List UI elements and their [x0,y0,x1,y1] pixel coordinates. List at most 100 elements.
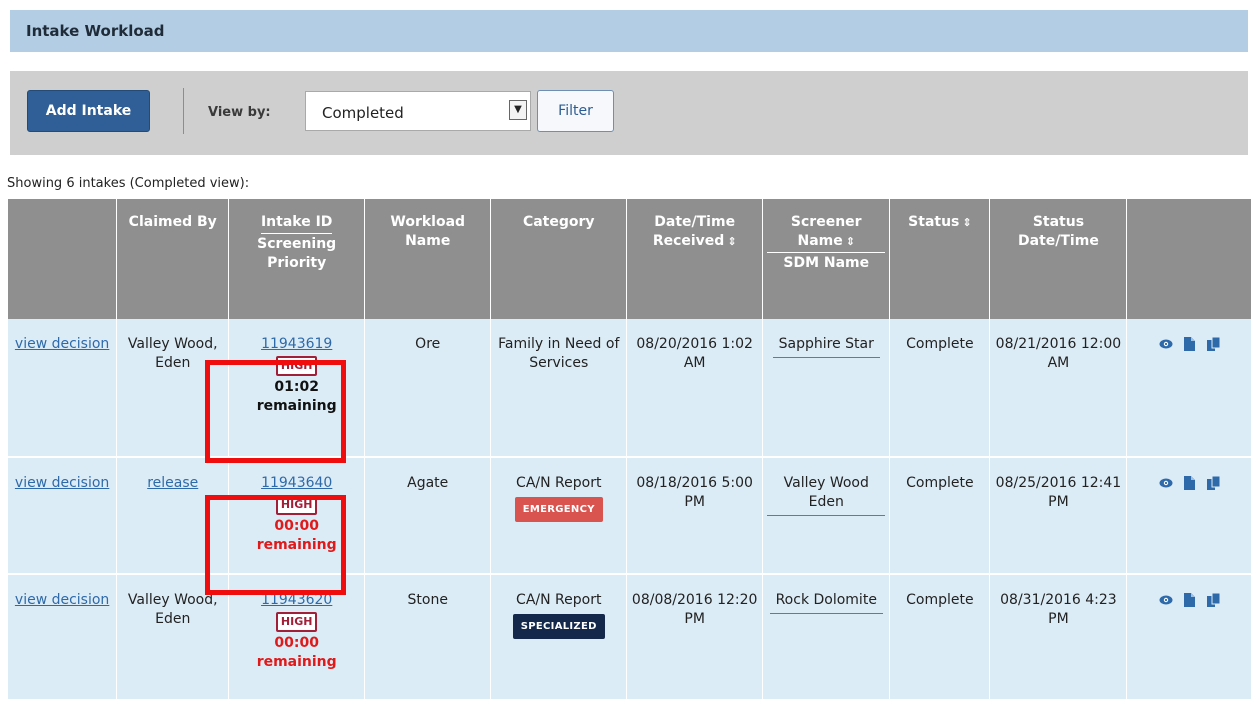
col-category: Category [490,199,628,319]
table-header-row: Claimed By Intake ID Screening Priority … [8,199,1251,319]
category-text: Family in Need of Services [498,336,620,371]
screener-name: Valley Wood Eden [767,474,886,516]
col-status[interactable]: Status ⇕ [889,199,991,319]
intake-id-link[interactable]: 11943619 [261,336,332,352]
screener-name: Rock Dolomite [769,591,883,614]
cell-intake-id: 11943620 HIGH 00:00 remaining [228,574,366,701]
add-intake-button[interactable]: Add Intake [27,90,150,132]
col-claimed-by-label: Claimed By [128,214,217,230]
sort-icon[interactable]: ⇕ [962,216,971,229]
emergency-tag: EMERGENCY [514,497,603,522]
cell-status: Complete [889,574,991,701]
col-date-received[interactable]: Date/Time Received ⇕ [626,199,764,319]
cell-screener: Sapphire Star [762,319,891,458]
priority-badge: HIGH [275,495,318,515]
cell-workload: Stone [364,574,492,701]
cell-category: CA/N Report EMERGENCY [490,457,628,575]
cell-category: Family in Need of Services [490,319,628,458]
col-action [8,199,118,319]
col-intake-id: Intake ID Screening Priority [228,199,366,319]
remaining-time: 00:00 [274,518,319,534]
category-text: CA/N Report [516,592,602,608]
eye-icon[interactable] [1159,595,1173,605]
cell-screener: Valley Wood Eden [762,457,891,575]
cell-status: Complete [889,319,991,458]
toolbar: Add Intake View by: Completed ▼ Filter [10,71,1248,155]
release-link[interactable]: release [147,475,198,491]
document-icon[interactable] [1184,593,1196,607]
col-workload-name-label: Workload Name [390,214,466,249]
intake-id-link[interactable]: 11943640 [261,475,332,491]
category-text: CA/N Report [516,475,602,491]
view-by-value: Completed [322,104,404,122]
eye-icon[interactable] [1159,478,1173,488]
eye-icon[interactable] [1159,339,1173,349]
cell-status: Complete [889,457,991,575]
col-actions-icons [1126,199,1251,319]
cell-row-actions [1126,457,1251,575]
col-category-label: Category [522,214,595,230]
panel-title-text: Intake Workload [26,22,165,40]
cell-status-datetime: 08/31/2016 4:23 PM [989,574,1128,701]
cell-category: CA/N Report SPECIALIZED [490,574,628,701]
col-workload-name: Workload Name [364,199,492,319]
chevron-down-icon[interactable]: ▼ [509,100,527,120]
remaining-label: remaining [256,398,337,414]
copy-icon[interactable] [1206,475,1221,490]
cell-workload: Ore [364,319,492,458]
cell-intake-id: 11943619 HIGH 01:02 remaining [228,319,366,458]
cell-claimed-by: Valley Wood, Eden [116,319,230,458]
cell-intake-id: 11943640 HIGH 00:00 remaining [228,457,366,575]
results-summary: Showing 6 intakes (Completed view): [7,176,250,191]
remaining-label: remaining [256,537,337,553]
priority-badge: HIGH [275,356,318,376]
table-row: view decision Valley Wood, Eden 11943620… [8,574,1251,701]
col-screening-priority-label: Screening Priority [257,236,337,271]
intake-id-link[interactable]: 11943620 [261,592,332,608]
cell-row-actions [1126,574,1251,701]
cell-row-actions [1126,319,1251,458]
toolbar-divider [183,88,184,134]
col-status-datetime-label: Status Date/Time [1018,214,1099,249]
specialized-tag: SPECIALIZED [512,614,605,639]
filter-button[interactable]: Filter [537,90,614,132]
priority-badge: HIGH [275,612,318,632]
col-status-label: Status [908,214,960,230]
table-row: view decision Valley Wood, Eden 11943619… [8,319,1251,458]
sort-icon[interactable]: ⇕ [727,235,736,248]
remaining-time: 00:00 [274,635,319,651]
copy-icon[interactable] [1206,592,1221,607]
document-icon[interactable] [1184,337,1196,351]
cell-status-datetime: 08/21/2016 12:00 AM [989,319,1128,458]
col-claimed-by: Claimed By [116,199,230,319]
cell-received: 08/08/2016 12:20 PM [626,574,764,701]
col-screener-name[interactable]: Screener Name ⇕ SDM Name [762,199,891,319]
col-status-datetime: Status Date/Time [989,199,1128,319]
remaining-label: remaining [256,654,337,670]
screener-name: Sapphire Star [772,335,880,358]
cell-action: view decision [8,319,118,458]
cell-claimed-by: release [116,457,230,575]
cell-action: view decision [8,574,118,701]
table-row: view decision release 11943640 HIGH 00:0… [8,457,1251,575]
view-decision-link[interactable]: view decision [15,475,109,491]
cell-status-datetime: 08/25/2016 12:41 PM [989,457,1128,575]
cell-received: 08/20/2016 1:02 AM [626,319,764,458]
copy-icon[interactable] [1206,336,1221,351]
intake-table: Claimed By Intake ID Screening Priority … [8,199,1251,701]
view-by-select[interactable]: Completed ▼ [305,91,531,131]
cell-screener: Rock Dolomite [762,574,891,701]
view-decision-link[interactable]: view decision [15,336,109,352]
document-icon[interactable] [1184,476,1196,490]
cell-claimed-by: Valley Wood, Eden [116,574,230,701]
cell-workload: Agate [364,457,492,575]
col-sdm-name-label: SDM Name [783,255,870,271]
cell-received: 08/18/2016 5:00 PM [626,457,764,575]
view-decision-link[interactable]: view decision [15,592,109,608]
sort-icon[interactable]: ⇕ [846,235,855,248]
col-intake-id-label: Intake ID [260,213,333,234]
col-date-received-label: Date/Time Received [652,214,736,249]
panel-title: Intake Workload [10,10,1248,52]
view-by-label: View by: [208,105,271,120]
cell-action: view decision [8,457,118,575]
